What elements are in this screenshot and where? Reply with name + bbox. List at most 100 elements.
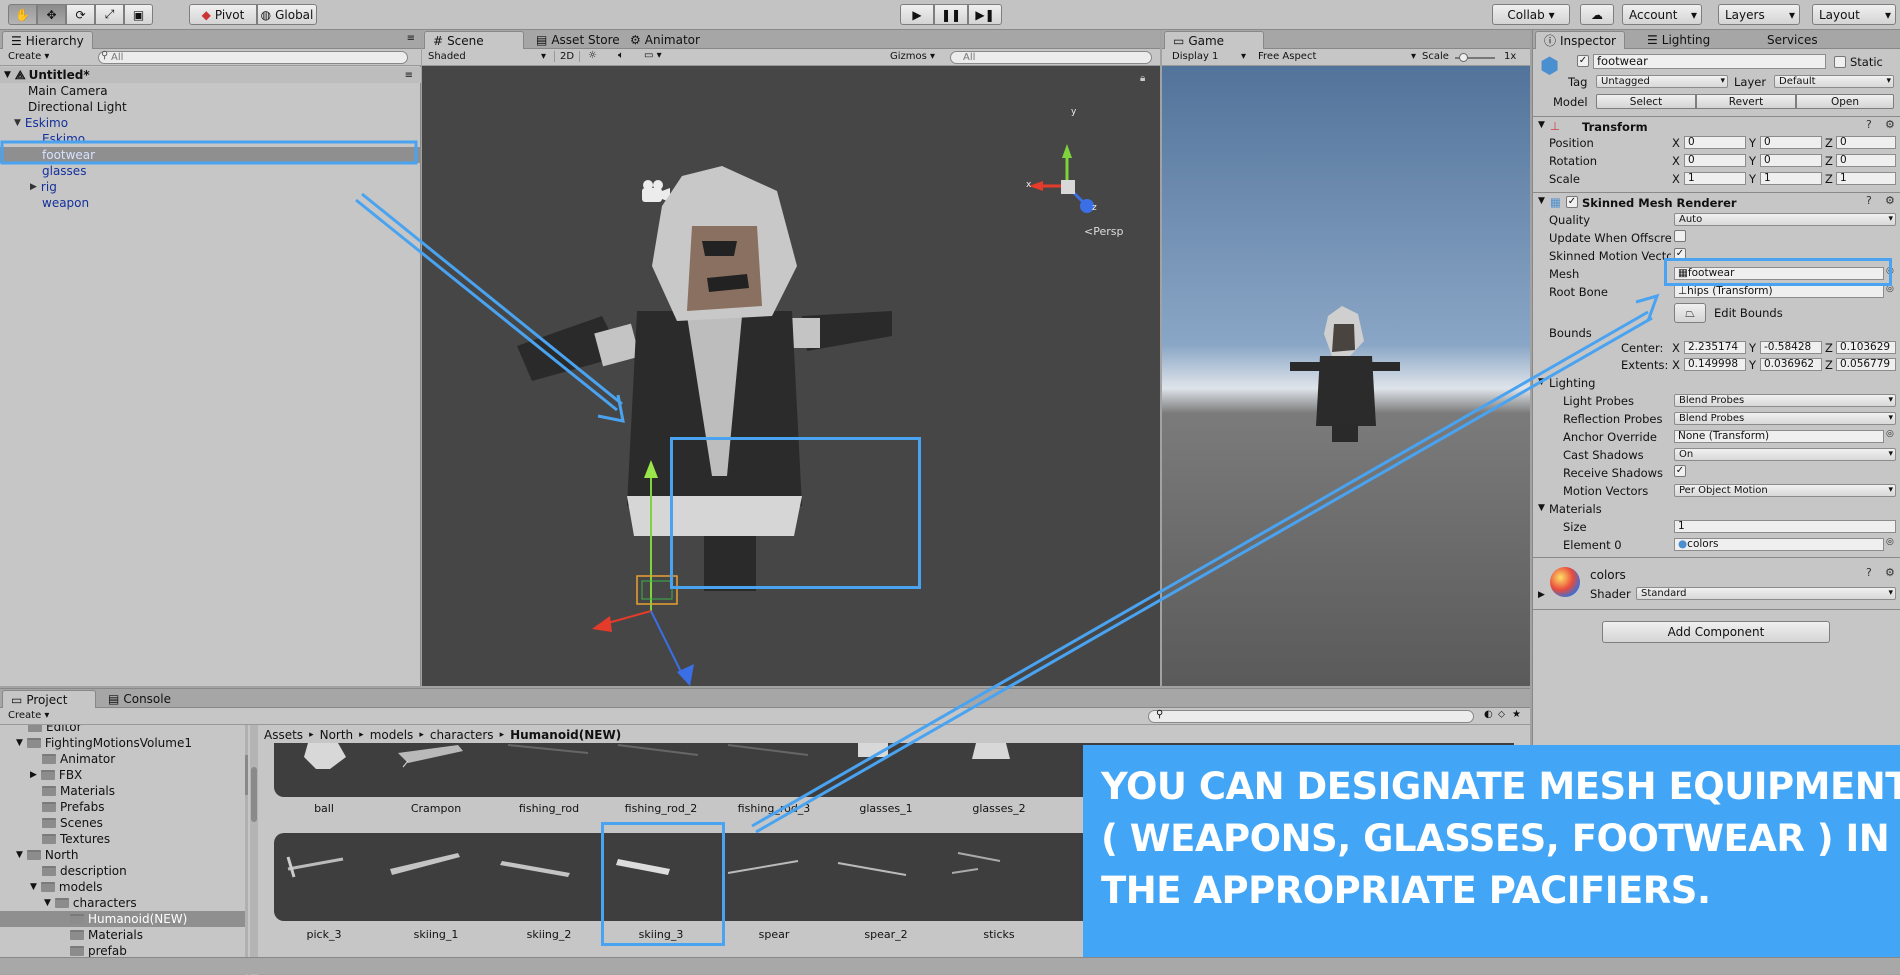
breadcrumb-item[interactable]: Assets — [264, 728, 303, 742]
rotation-y-field[interactable]: 0 — [1760, 154, 1822, 167]
move-tool-button[interactable]: ✥ — [37, 4, 66, 25]
shading-mode-dropdown[interactable]: Shaded ▾ — [428, 51, 548, 62]
hierarchy-item-directional-light[interactable]: Directional Light — [28, 99, 127, 115]
asset-glasses-2[interactable]: glasses_2 — [949, 802, 1049, 815]
breadcrumb-item[interactable]: North — [320, 728, 354, 742]
layers-dropdown[interactable]: Layers ▾ — [1718, 4, 1800, 25]
asset-fishing-rod-3[interactable]: fishing_rod_3 — [724, 802, 824, 815]
tree-item-scenes[interactable]: Scenes — [42, 815, 103, 831]
help-icon[interactable]: ? — [1866, 566, 1872, 579]
gear-icon[interactable]: ⚙ — [1885, 118, 1895, 131]
motion-vectors-dropdown[interactable]: Per Object Motion — [1674, 484, 1896, 497]
rotation-z-field[interactable]: 0 — [1836, 154, 1896, 167]
hand-tool-button[interactable]: ✋ — [8, 4, 37, 25]
center-y-field[interactable]: -0.58428 — [1760, 341, 1822, 354]
scale-z-field[interactable]: 1 — [1836, 172, 1896, 185]
tab-lighting[interactable]: ☰ Lighting — [1639, 31, 1718, 49]
light-probes-dropdown[interactable]: Blend Probes — [1674, 394, 1896, 407]
center-z-field[interactable]: 0.103629 — [1836, 341, 1896, 354]
tree-item-materials[interactable]: Materials — [42, 783, 115, 799]
filter-label-icon[interactable]: ⬦ — [1498, 709, 1505, 720]
active-checkbox[interactable]: ✓ — [1577, 55, 1589, 67]
update-offscreen-checkbox[interactable] — [1674, 230, 1686, 242]
cloud-button[interactable]: ☁ — [1580, 4, 1614, 25]
asset-glasses-1[interactable]: glasses_1 — [836, 802, 936, 815]
foldout-arrow-icon[interactable]: ▼ — [1538, 377, 1545, 387]
tab-console[interactable]: ▤ Console — [100, 690, 179, 708]
tab-asset-store[interactable]: ▤ Asset Store — [528, 31, 628, 49]
tree-scrollbar-thumb[interactable] — [245, 755, 248, 795]
extents-z-field[interactable]: 0.056779 — [1836, 358, 1896, 371]
foldout-arrow-icon[interactable]: ▶ — [1538, 590, 1545, 600]
reflection-probes-dropdown[interactable]: Blend Probes — [1674, 412, 1896, 425]
extents-x-field[interactable]: 0.149998 — [1684, 358, 1746, 371]
help-icon[interactable]: ? — [1866, 118, 1872, 131]
edit-bounds-button[interactable]: ⏢ — [1674, 303, 1706, 323]
tab-hierarchy[interactable]: ☰ Hierarchy — [2, 31, 93, 49]
tab-inspector[interactable]: ⓘ Inspector — [1535, 31, 1625, 49]
tree-item-characters[interactable]: ▼ characters — [44, 895, 137, 911]
project-search-input[interactable] — [1148, 710, 1474, 723]
project-create-dropdown[interactable]: Create ▾ — [8, 710, 49, 721]
center-x-field[interactable]: 2.235174 — [1684, 341, 1746, 354]
scale-y-field[interactable]: 1 — [1760, 172, 1822, 185]
tree-item-prefabs[interactable]: Prefabs — [42, 799, 105, 815]
asset-skiing-1[interactable]: skiing_1 — [386, 928, 486, 941]
asset-pick-3[interactable]: pick_3 — [274, 928, 374, 941]
gizmos-dropdown[interactable]: Gizmos ▾ — [890, 51, 935, 62]
hierarchy-search-input[interactable]: All — [98, 51, 408, 64]
tab-game[interactable]: ▭ Game — [1164, 31, 1264, 49]
perspective-toggle[interactable]: <Persp — [1084, 225, 1123, 238]
scene-root-row[interactable]: ▼ ⟁ Untitled* ≡ — [0, 67, 421, 83]
tree-item-fbx[interactable]: ▶ FBX — [30, 767, 82, 783]
pivot-toggle[interactable]: ◆ Pivot — [189, 4, 257, 25]
quality-dropdown[interactable]: Auto — [1674, 213, 1896, 226]
asset-fishing-rod[interactable]: fishing_rod — [499, 802, 599, 815]
asset-crampon[interactable]: Crampon — [386, 802, 486, 815]
display-dropdown[interactable]: Display 1 ▾ — [1172, 51, 1248, 62]
object-picker-icon[interactable]: ◎ — [1886, 537, 1894, 547]
play-button[interactable]: ▶ — [900, 4, 934, 25]
foldout-arrow-icon[interactable]: ▼ — [1538, 120, 1545, 130]
tab-scene[interactable]: # Scene — [424, 31, 524, 49]
layout-dropdown[interactable]: Layout ▾ — [1812, 4, 1896, 25]
object-name-field[interactable]: footwear — [1593, 54, 1826, 69]
object-picker-icon[interactable]: ◎ — [1886, 429, 1894, 439]
create-dropdown[interactable]: Create ▾ — [8, 51, 49, 62]
2d-toggle[interactable]: 2D — [554, 51, 580, 62]
asset-sticks[interactable]: sticks — [949, 928, 1049, 941]
scale-tool-button[interactable]: ⤢ — [95, 4, 124, 25]
breadcrumb-item[interactable]: models — [370, 728, 414, 742]
tree-item-materials-2[interactable]: Materials — [70, 927, 143, 943]
tree-item-fighting[interactable]: ▼ FightingMotionsVolume1 — [16, 735, 192, 751]
step-button[interactable]: ▶❚ — [968, 4, 1002, 25]
tab-animator[interactable]: ⚙ Animator — [622, 31, 708, 49]
receive-shadows-checkbox[interactable]: ✓ — [1674, 465, 1686, 477]
position-y-field[interactable]: 0 — [1760, 136, 1822, 149]
tab-services[interactable]: Services — [1759, 31, 1826, 49]
asset-spear-2[interactable]: spear_2 — [836, 928, 936, 941]
tree-item-animator[interactable]: Animator — [42, 751, 115, 767]
scene-viewport[interactable]: y x z 🔒︎ <Persp — [422, 66, 1160, 686]
lighting-toggle-icon[interactable]: ☼ — [588, 50, 597, 61]
tree-item-north[interactable]: ▼ North — [16, 847, 78, 863]
gear-icon[interactable]: ⚙ — [1885, 194, 1895, 207]
materials-size-field[interactable]: 1 — [1674, 520, 1896, 533]
scrollbar-thumb[interactable] — [251, 767, 257, 822]
favorite-icon[interactable]: ★ — [1512, 709, 1521, 720]
cast-shadows-dropdown[interactable]: On — [1674, 448, 1896, 461]
foldout-arrow-icon[interactable]: ▼ — [1538, 503, 1545, 513]
tag-dropdown[interactable]: Untagged — [1596, 75, 1728, 88]
extents-y-field[interactable]: 0.036962 — [1760, 358, 1822, 371]
model-open-button[interactable]: Open — [1796, 94, 1894, 109]
tree-item-humanoid[interactable]: Humanoid(NEW) — [0, 911, 248, 927]
rect-tool-button[interactable]: ▣ — [124, 4, 153, 25]
global-toggle[interactable]: ◍ Global — [257, 4, 317, 25]
rotation-x-field[interactable]: 0 — [1684, 154, 1746, 167]
tree-item-textures[interactable]: Textures — [42, 831, 110, 847]
model-revert-button[interactable]: Revert — [1696, 94, 1796, 109]
hierarchy-item-glasses[interactable]: glasses — [42, 163, 86, 179]
asset-fishing-rod-2[interactable]: fishing_rod_2 — [611, 802, 711, 815]
root-bone-field[interactable]: ⊥hips (Transform) — [1674, 285, 1884, 298]
asset-ball[interactable]: ball — [274, 802, 374, 815]
